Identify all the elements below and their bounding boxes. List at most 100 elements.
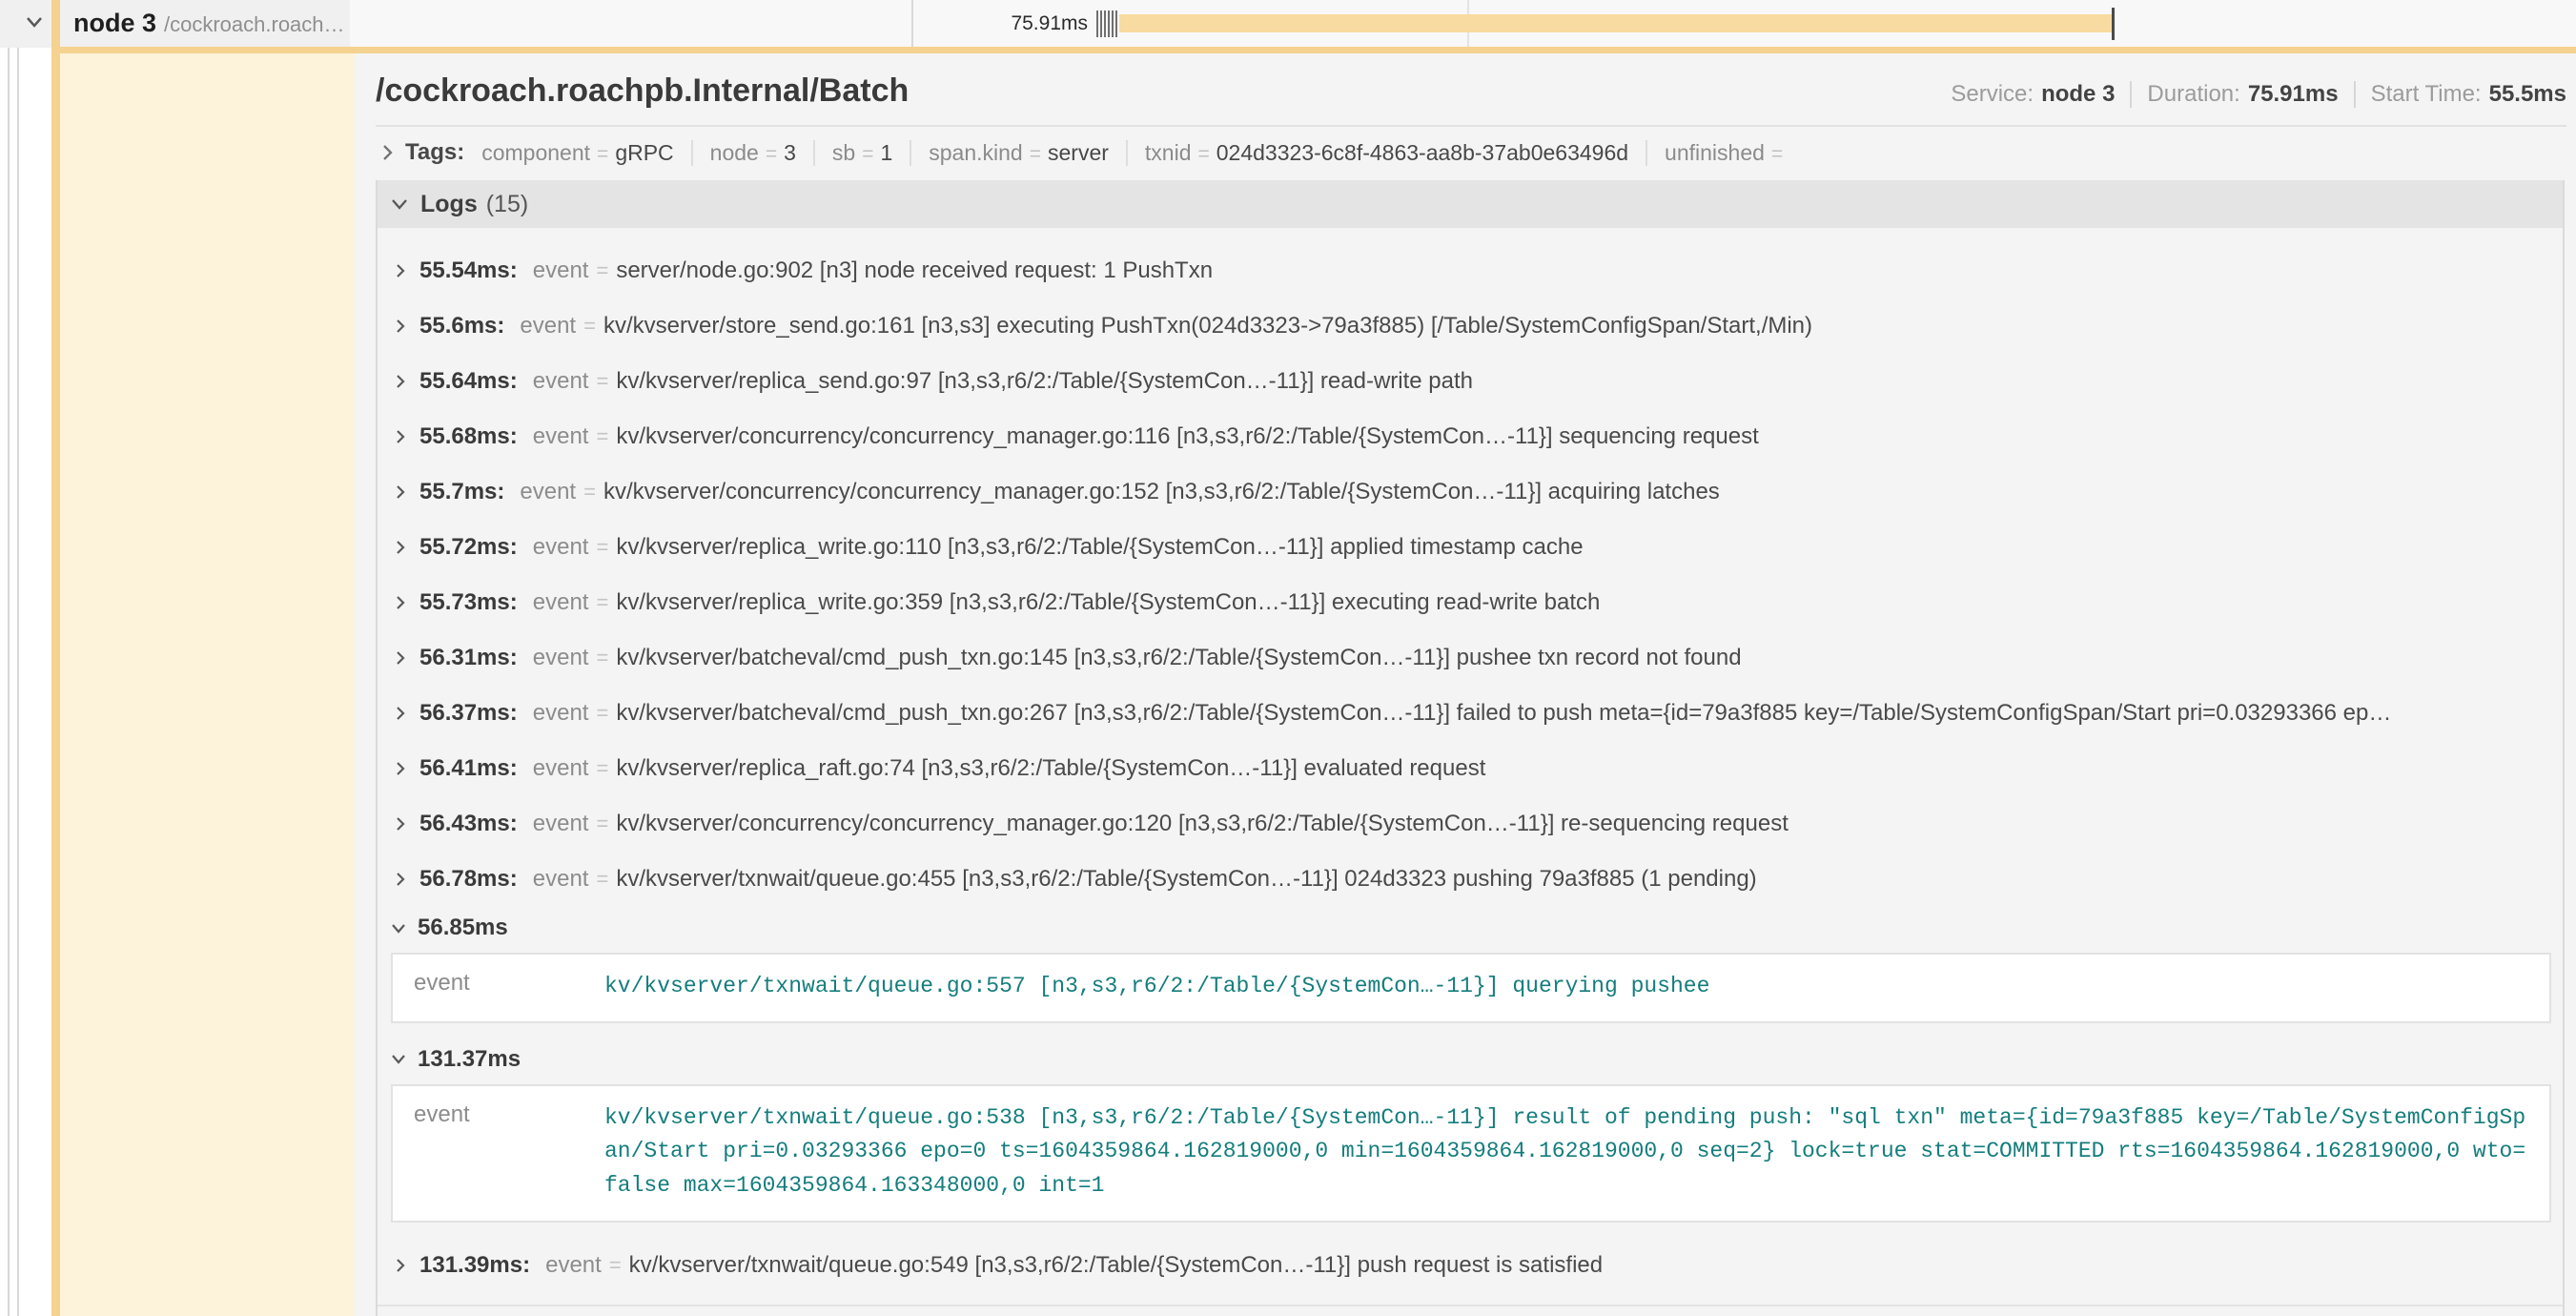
log-key: event — [533, 700, 589, 727]
span-timeline-row[interactable]: node 3 /cockroach.roach… 75.91ms — [0, 0, 2576, 48]
logs-rows: 55.54ms: event = server/node.go:902 [n3]… — [378, 228, 2563, 1293]
tag-equals: = — [1771, 143, 1783, 166]
chevron-down-icon[interactable] — [391, 923, 406, 934]
log-timestamp: 56.43ms: — [419, 811, 518, 837]
chevron-right-icon[interactable] — [381, 143, 394, 162]
chevron-right-icon[interactable] — [395, 594, 406, 611]
chevron-right-icon[interactable] — [395, 373, 406, 390]
chevron-down-icon[interactable] — [391, 1054, 406, 1064]
log-field-value: kv/kvserver/txnwait/queue.go:538 [n3,s3,… — [604, 1101, 2530, 1203]
logs-section-toggle[interactable]: Logs (15) — [378, 180, 2563, 228]
log-row[interactable]: 56.85ms — [391, 907, 2551, 949]
chevron-right-icon[interactable] — [395, 483, 406, 501]
chevron-right-icon[interactable] — [395, 649, 406, 667]
detail-indent-panel — [60, 53, 355, 1316]
span-bar[interactable] — [1119, 14, 2113, 32]
log-equals: = — [596, 590, 608, 615]
tag-list: component = gRPC node = 3 sb = 1 span.ki… — [481, 140, 1789, 166]
log-row[interactable]: 55.68ms: event = kv/kvserver/concurrency… — [391, 409, 2551, 464]
log-event-detail: event kv/kvserver/txnwait/queue.go:538 [… — [391, 1084, 2551, 1223]
log-row[interactable]: 56.78ms: event = kv/kvserver/txnwait/que… — [391, 852, 2551, 907]
log-message: kv/kvserver/concurrency/concurrency_mana… — [603, 479, 1720, 505]
chevron-right-icon[interactable] — [395, 871, 406, 888]
tag-value: 024d3323-6c8f-4863-aa8b-37ab0e63496d — [1216, 140, 1628, 166]
log-key: event — [533, 534, 589, 561]
log-row[interactable]: 55.73ms: event = kv/kvserver/replica_wri… — [391, 575, 2551, 630]
log-equals: = — [596, 867, 608, 892]
meta-item: Start Time: 55.5ms — [2354, 81, 2566, 108]
chevron-right-icon[interactable] — [395, 815, 406, 833]
log-timestamp: 56.41ms: — [419, 755, 518, 782]
log-row[interactable]: 55.72ms: event = kv/kvserver/replica_wri… — [391, 520, 2551, 575]
log-equals: = — [596, 701, 608, 726]
logs-section: Logs (15) 55.54ms: event = server/node.g… — [376, 180, 2565, 1316]
tag-value: 3 — [784, 140, 796, 166]
tag-key: component — [481, 140, 590, 166]
log-row[interactable]: 56.43ms: event = kv/kvserver/concurrency… — [391, 796, 2551, 852]
log-row[interactable]: 131.37ms — [391, 1038, 2551, 1080]
log-row[interactable]: 131.39ms: event = kv/kvserver/txnwait/qu… — [391, 1238, 2551, 1293]
tag-equals: = — [766, 143, 777, 166]
log-key: event — [533, 257, 589, 284]
tag-item: node = 3 — [691, 140, 796, 166]
log-row[interactable]: 56.31ms: event = kv/kvserver/batcheval/c… — [391, 630, 2551, 686]
log-field-key: event — [414, 1101, 604, 1203]
log-message: kv/kvserver/replica_send.go:97 [n3,s3,r6… — [616, 368, 1473, 395]
chevron-right-icon[interactable] — [395, 262, 406, 279]
detail-header: /cockroach.roachpb.Internal/Batch Servic… — [376, 72, 2566, 110]
span-end-marker — [2112, 8, 2115, 40]
tag-item: unfinished = — [1646, 140, 1789, 166]
tag-value: server — [1048, 140, 1109, 166]
logs-footer-note: Log timestamps are relative to the start… — [378, 1305, 2563, 1316]
chevron-down-icon[interactable] — [391, 198, 408, 210]
log-equals: = — [583, 314, 596, 339]
indent-guide — [8, 0, 10, 1316]
log-tick-marks — [1096, 10, 1119, 37]
log-equals: = — [596, 424, 608, 449]
log-row[interactable]: 56.41ms: event = kv/kvserver/replica_raf… — [391, 741, 2551, 796]
log-equals: = — [596, 646, 608, 670]
span-service-name[interactable]: node 3 — [73, 9, 156, 38]
log-timestamp: 55.6ms: — [419, 313, 504, 339]
meta-label: Start Time: — [2371, 81, 2482, 108]
log-row[interactable]: 55.7ms: event = kv/kvserver/concurrency/… — [391, 464, 2551, 520]
chevron-right-icon[interactable] — [395, 539, 406, 556]
tags-section-toggle[interactable]: Tags: component = gRPC node = 3 sb = 1 s… — [376, 127, 2566, 180]
log-equals: = — [609, 1253, 622, 1278]
logs-title: Logs — [420, 191, 478, 218]
tag-item: sb = 1 — [813, 140, 892, 166]
chevron-right-icon[interactable] — [395, 428, 406, 445]
log-row[interactable]: 55.6ms: event = kv/kvserver/store_send.g… — [391, 298, 2551, 354]
logs-count: (15) — [486, 191, 528, 218]
log-message: kv/kvserver/txnwait/queue.go:549 [n3,s3,… — [629, 1252, 1603, 1279]
meta-value: 75.91ms — [2248, 81, 2339, 108]
log-entry-expanded: 131.37ms event kv/kvserver/txnwait/queue… — [391, 1038, 2551, 1223]
chevron-right-icon[interactable] — [395, 705, 406, 722]
span-detail-panel: /cockroach.roachpb.Internal/Batch Servic… — [355, 53, 2576, 1316]
chevron-right-icon[interactable] — [395, 318, 406, 335]
span-operation-name[interactable]: /cockroach.roach… — [164, 12, 345, 37]
log-message: kv/kvserver/replica_write.go:110 [n3,s3,… — [616, 534, 1583, 561]
log-row[interactable]: 55.64ms: event = kv/kvserver/replica_sen… — [391, 354, 2551, 409]
tag-key: sb — [832, 140, 855, 166]
tag-item: txnid = 024d3323-6c8f-4863-aa8b-37ab0e63… — [1126, 140, 1628, 166]
log-equals: = — [596, 369, 608, 394]
log-key: event — [533, 368, 589, 395]
log-message: kv/kvserver/batcheval/cmd_push_txn.go:14… — [616, 645, 1741, 671]
chevron-right-icon[interactable] — [395, 760, 406, 777]
chevron-right-icon[interactable] — [395, 1257, 406, 1274]
log-row[interactable]: 56.37ms: event = kv/kvserver/batcheval/c… — [391, 686, 2551, 741]
log-field-key: event — [414, 970, 604, 1004]
log-row[interactable]: 55.54ms: event = server/node.go:902 [n3]… — [391, 243, 2551, 298]
log-key: event — [533, 589, 589, 616]
log-key: event — [545, 1252, 602, 1279]
log-key: event — [533, 811, 589, 837]
log-equals: = — [596, 258, 608, 283]
tag-value: gRPC — [615, 140, 673, 166]
tag-equals: = — [1198, 143, 1210, 166]
tag-key: unfinished — [1665, 140, 1765, 166]
span-meta: Service: node 3 Duration: 75.91ms Start … — [1951, 81, 2566, 108]
tag-key: txnid — [1145, 140, 1192, 166]
log-timestamp: 55.54ms: — [419, 257, 518, 284]
chevron-down-icon[interactable] — [25, 15, 44, 29]
